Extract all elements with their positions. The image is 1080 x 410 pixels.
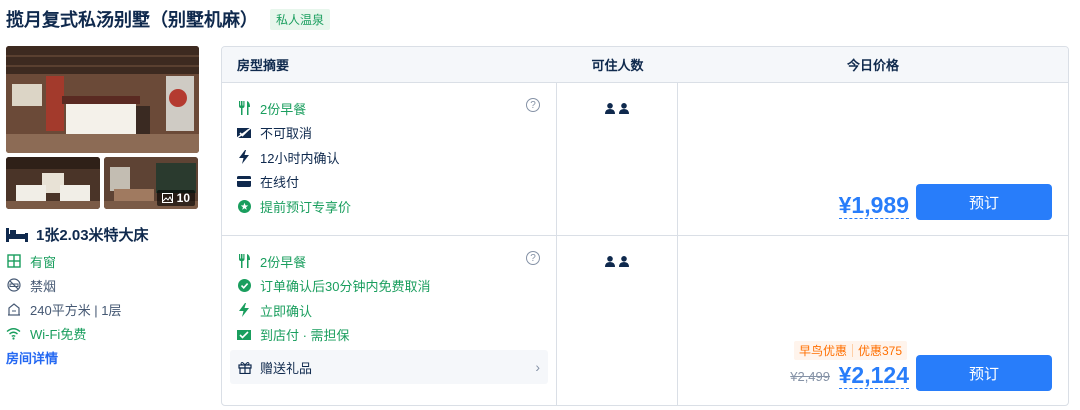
feature-pay-at-hotel: 到店付 · 需担保: [237, 323, 548, 348]
price-cell: 早鸟优惠 优惠375 ¥2,499 ¥2,124 预订: [678, 236, 1068, 405]
feature-instant-confirm: 立即确认: [237, 298, 548, 323]
fact-no-smoking: 禁烟: [6, 273, 199, 297]
star-badge-icon: [237, 199, 251, 213]
occupancy-two-persons: [605, 256, 629, 405]
room-detail-link[interactable]: 房间详情: [6, 348, 58, 367]
help-icon[interactable]: ?: [526, 98, 540, 112]
no-smoking-icon: [6, 278, 21, 293]
utensils-icon: [237, 254, 251, 269]
occupancy-cell: [557, 83, 678, 235]
fact-area: 240平方米 | 1层: [6, 297, 199, 321]
no-cancel-icon: [237, 126, 251, 140]
help-icon[interactable]: ?: [526, 251, 540, 265]
room-info-panel: 10 1张2.03米特大床 有窗 禁烟 240平方米 | 1层 Wi-Fi免费 …: [6, 46, 199, 368]
fact-window: 有窗: [6, 249, 199, 273]
current-price: ¥2,124: [838, 362, 909, 389]
room-facts: 有窗 禁烟 240平方米 | 1层 Wi-Fi免费: [6, 249, 199, 345]
current-price: ¥1,989: [838, 192, 909, 219]
bed-icon: [6, 227, 28, 242]
pay-at-hotel-icon: [237, 328, 251, 342]
promo-early-bird: 早鸟优惠: [798, 344, 847, 358]
gift-icon: [238, 361, 252, 374]
wifi-icon: [6, 326, 21, 341]
gift-label: 赠送礼品: [260, 360, 313, 376]
image-icon: [161, 193, 173, 203]
rate-table-header: 房型摘要 可住人数 今日价格: [222, 47, 1068, 83]
photo-count-badge[interactable]: 10: [156, 190, 195, 206]
occupancy-cell: [557, 236, 678, 405]
card-icon: [237, 175, 251, 189]
window-icon: [6, 254, 21, 269]
gift-row[interactable]: 赠送礼品 ›: [230, 350, 548, 384]
check-circle-icon: [237, 279, 251, 293]
original-price: ¥2,499: [790, 369, 830, 384]
feature-confirm: 12小时内确认: [237, 145, 548, 170]
promo-badge: 早鸟优惠 优惠375: [793, 341, 907, 360]
bed-type: 1张2.03米特大床: [6, 224, 199, 245]
feature-early-price: 提前预订专享价: [237, 194, 548, 219]
rate-summary: 2份早餐 订单确认后30分钟内免费取消 立即确认 到店付 · 需担保 ? 赠送礼…: [222, 236, 557, 405]
utensils-icon: [237, 101, 251, 116]
chevron-right-icon: ›: [535, 359, 540, 375]
room-title: 揽月复式私汤别墅（别墅机麻）: [6, 10, 258, 30]
promo-discount: 优惠375: [857, 344, 902, 358]
occupancy-two-persons: [605, 103, 629, 235]
rate-table: 房型摘要 可住人数 今日价格 2份早餐 不可取消 12小时内确认 在线付 提前预…: [221, 46, 1069, 406]
bed-label: 1张2.03米特大床: [36, 227, 149, 244]
rate-row: 2份早餐 不可取消 12小时内确认 在线付 提前预订专享价 ? ¥1,989 预…: [222, 83, 1068, 236]
feature-breakfast: 2份早餐: [237, 249, 548, 274]
price-cell: ¥1,989 预订: [678, 83, 1068, 235]
lightning-icon: [237, 303, 251, 318]
photo-count: 10: [176, 191, 190, 205]
person-icon: [619, 103, 629, 114]
lightning-icon: [237, 150, 251, 165]
feature-breakfast: 2份早餐: [237, 96, 548, 121]
header-summary: 房型摘要: [237, 58, 290, 73]
person-icon: [605, 103, 615, 114]
fact-wifi: Wi-Fi免费: [6, 321, 199, 345]
feature-payment: 在线付: [237, 170, 548, 195]
hot-spring-tag: 私人温泉: [270, 8, 331, 30]
room-photo-main[interactable]: [6, 46, 199, 153]
room-photo-thumb[interactable]: 10: [104, 157, 198, 209]
book-button[interactable]: 预订: [916, 184, 1052, 220]
book-button[interactable]: 预订: [916, 355, 1052, 391]
room-header: 揽月复式私汤别墅（别墅机麻） 私人温泉: [6, 6, 331, 32]
feature-free-cancel: 订单确认后30分钟内免费取消: [237, 274, 548, 299]
header-price: 今日价格: [846, 58, 899, 73]
area-icon: [6, 302, 21, 317]
rate-row: 2份早餐 订单确认后30分钟内免费取消 立即确认 到店付 · 需担保 ? 赠送礼…: [222, 236, 1068, 405]
person-icon: [605, 256, 615, 267]
person-icon: [619, 256, 629, 267]
header-occupancy: 可住人数: [591, 58, 644, 73]
rate-summary: 2份早餐 不可取消 12小时内确认 在线付 提前预订专享价 ?: [222, 83, 557, 235]
room-photo-thumb[interactable]: [6, 157, 100, 209]
feature-no-cancel: 不可取消: [237, 121, 548, 146]
